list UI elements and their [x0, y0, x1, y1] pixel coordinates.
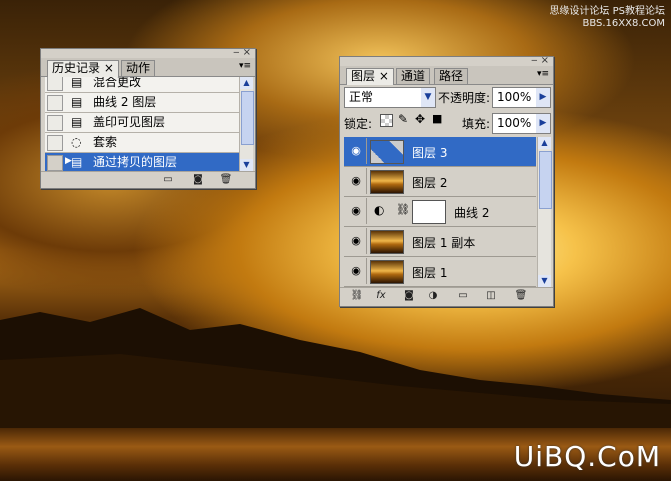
layers-bottom-bar: ⛓ fx ◙ ◑ ▭ ◫ 🗑: [340, 287, 553, 304]
panel-titlebar[interactable]: ‒ ×: [340, 55, 553, 66]
lasso-icon: ◌: [71, 135, 82, 149]
document-icon: ▤: [71, 77, 83, 89]
history-list: ▤ 混合更改 ▤ 曲线 2 图层 ▤ 盖印可见图层 ◌ 套索 ▶ ▤ 通过拷贝的…: [41, 77, 255, 171]
history-item[interactable]: ▤ 曲线 2 图层: [45, 93, 241, 113]
chevron-right-icon[interactable]: ▶: [536, 88, 550, 107]
history-item[interactable]: ▤ 混合更改: [45, 77, 241, 93]
watermark-top-line2: BBS.16XX8.COM: [582, 18, 665, 29]
visibility-eye-icon[interactable]: ◉: [346, 168, 367, 194]
adjustment-layer-icon: ◐: [374, 203, 385, 217]
trash-icon[interactable]: 🗑: [514, 289, 528, 302]
layer-thumbnail: [370, 170, 404, 194]
layer-row[interactable]: ◉ 图层 2: [344, 167, 536, 197]
adjustment-layer-icon[interactable]: ◑: [426, 289, 440, 302]
layer-row[interactable]: ◉ 图层 1 副本: [344, 227, 536, 257]
lock-move-icon[interactable]: ✥: [415, 112, 425, 126]
close-tab-icon[interactable]: ×: [104, 61, 114, 75]
fill-label: 填充:: [462, 117, 491, 131]
snapshot-checkbox[interactable]: [47, 135, 63, 151]
layers-tabs: 图层 × 通道 路径 ▾≡: [340, 66, 553, 85]
history-tabs: 历史记录 × 动作 ▾≡: [41, 58, 255, 77]
scroll-thumb[interactable]: [539, 151, 552, 209]
layer-thumbnail: [370, 140, 404, 164]
tab-actions[interactable]: 动作: [121, 60, 156, 76]
tab-layers[interactable]: 图层 ×: [346, 68, 394, 85]
chevron-right-icon[interactable]: ▶: [536, 114, 550, 133]
chevron-down-icon[interactable]: ▼: [421, 88, 435, 107]
snapshot-checkbox[interactable]: [47, 115, 63, 131]
panel-window-buttons[interactable]: ‒ ×: [233, 47, 251, 58]
scroll-down-icon[interactable]: ▼: [240, 159, 253, 171]
document-icon: ▤: [71, 95, 83, 109]
history-bottom-bar: ▭ ◙ 🗑: [41, 171, 255, 188]
tab-paths[interactable]: 路径: [434, 68, 469, 84]
history-scrollbar[interactable]: ▲ ▼: [239, 77, 254, 171]
layer-mask-thumbnail: [412, 200, 446, 224]
visibility-eye-icon[interactable]: ◉: [346, 258, 367, 284]
document-icon: ▤: [71, 155, 83, 169]
scroll-up-icon[interactable]: ▲: [538, 137, 551, 149]
panel-window-buttons[interactable]: ‒ ×: [531, 55, 549, 66]
scroll-down-icon[interactable]: ▼: [538, 275, 551, 287]
tab-history[interactable]: 历史记录 ×: [47, 60, 119, 77]
lock-brush-icon[interactable]: ✎: [398, 112, 408, 126]
document-icon: ▤: [71, 115, 83, 129]
lock-label: 锁定:: [344, 117, 373, 131]
layer-row[interactable]: ◉ ◐ ⛓ 曲线 2: [344, 197, 536, 227]
fill-field[interactable]: 100% ▶: [492, 113, 551, 134]
panel-menu-icon[interactable]: ▾≡: [239, 61, 251, 71]
history-item[interactable]: ▤ 盖印可见图层: [45, 113, 241, 133]
watermark-top-line1: 思缘设计论坛 PS教程论坛: [549, 6, 665, 17]
visibility-eye-icon[interactable]: ◉: [346, 198, 367, 224]
add-mask-icon[interactable]: ◙: [402, 289, 416, 302]
history-item[interactable]: ◌ 套索: [45, 133, 241, 153]
visibility-eye-icon[interactable]: ◉: [346, 138, 367, 164]
layer-row[interactable]: ◉ 图层 1: [344, 257, 536, 287]
layer-row-selected[interactable]: ◉ 图层 3: [344, 137, 536, 167]
new-snapshot-icon[interactable]: ◙: [191, 173, 205, 186]
close-tab-icon[interactable]: ×: [379, 69, 389, 83]
panel-titlebar[interactable]: ‒ ×: [41, 47, 255, 58]
lock-all-icon[interactable]: ■: [432, 112, 442, 125]
snapshot-checkbox[interactable]: [47, 95, 63, 111]
panel-menu-icon[interactable]: ▾≡: [537, 69, 549, 79]
layers-scrollbar[interactable]: ▲ ▼: [537, 137, 552, 287]
layer-thumbnail: [370, 230, 404, 254]
blend-mode-select[interactable]: 正常 ▼: [344, 87, 436, 108]
link-icon[interactable]: ⛓: [396, 203, 410, 216]
layer-thumbnail: [370, 260, 404, 284]
tab-channels[interactable]: 通道: [396, 68, 431, 84]
mountain-silhouette: [0, 308, 671, 440]
new-layer-icon[interactable]: ◫: [484, 289, 498, 302]
scroll-up-icon[interactable]: ▲: [240, 77, 253, 89]
history-panel: ‒ × 历史记录 × 动作 ▾≡ ▤ 混合更改 ▤ 曲线 2 图层 ▤ 盖印可见…: [40, 47, 256, 189]
watermark-bottom: UiBQ.CoM: [513, 440, 661, 473]
visibility-eye-icon[interactable]: ◉: [346, 228, 367, 254]
layers-panel: ‒ × 图层 × 通道 路径 ▾≡ 正常 ▼ 不透明度: 100% ▶ 锁定: …: [339, 55, 554, 307]
snapshot-checkbox[interactable]: [47, 77, 63, 91]
fx-icon[interactable]: fx: [374, 289, 388, 302]
link-layers-icon[interactable]: ⛓: [350, 289, 364, 302]
scroll-thumb[interactable]: [241, 91, 254, 145]
history-item-selected[interactable]: ▶ ▤ 通过拷贝的图层: [45, 153, 241, 171]
snapshot-checkbox[interactable]: [47, 155, 63, 171]
trash-icon[interactable]: 🗑: [219, 173, 233, 186]
layers-list: ◉ 图层 3 ◉ 图层 2 ◉ ◐ ⛓ 曲线 2 ◉ 图层 1 副本 ◉ 图层 …: [340, 137, 553, 287]
new-group-icon[interactable]: ▭: [456, 289, 470, 302]
new-document-from-state-icon[interactable]: ▭: [161, 173, 175, 186]
opacity-label: 不透明度:: [438, 91, 491, 105]
watermark-top: 思缘设计论坛 PS教程论坛 BBS.16XX8.COM: [549, 6, 665, 30]
lock-transparency-icon[interactable]: [380, 114, 393, 127]
opacity-field[interactable]: 100% ▶: [492, 87, 551, 108]
